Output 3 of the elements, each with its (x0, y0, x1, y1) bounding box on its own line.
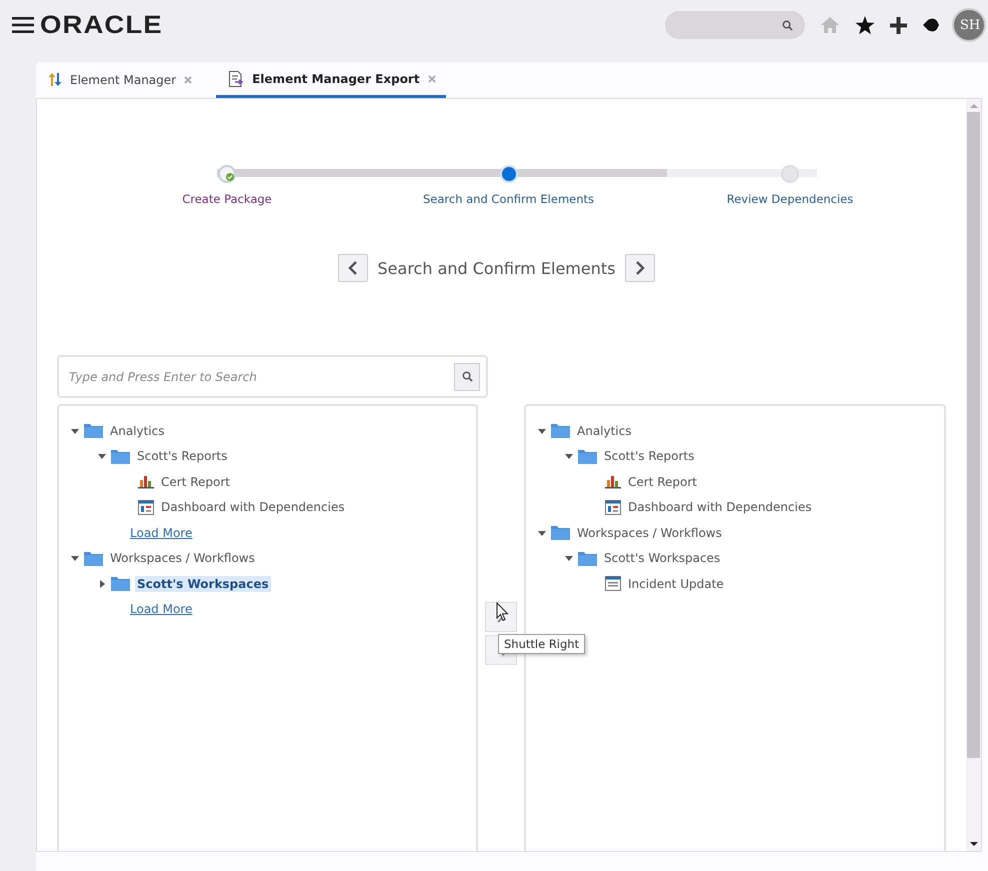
tooltip: Shuttle Right (498, 634, 586, 654)
step-title: Search and Confirm Elements (378, 258, 616, 278)
oracle-logo: ORACLE (40, 10, 163, 40)
